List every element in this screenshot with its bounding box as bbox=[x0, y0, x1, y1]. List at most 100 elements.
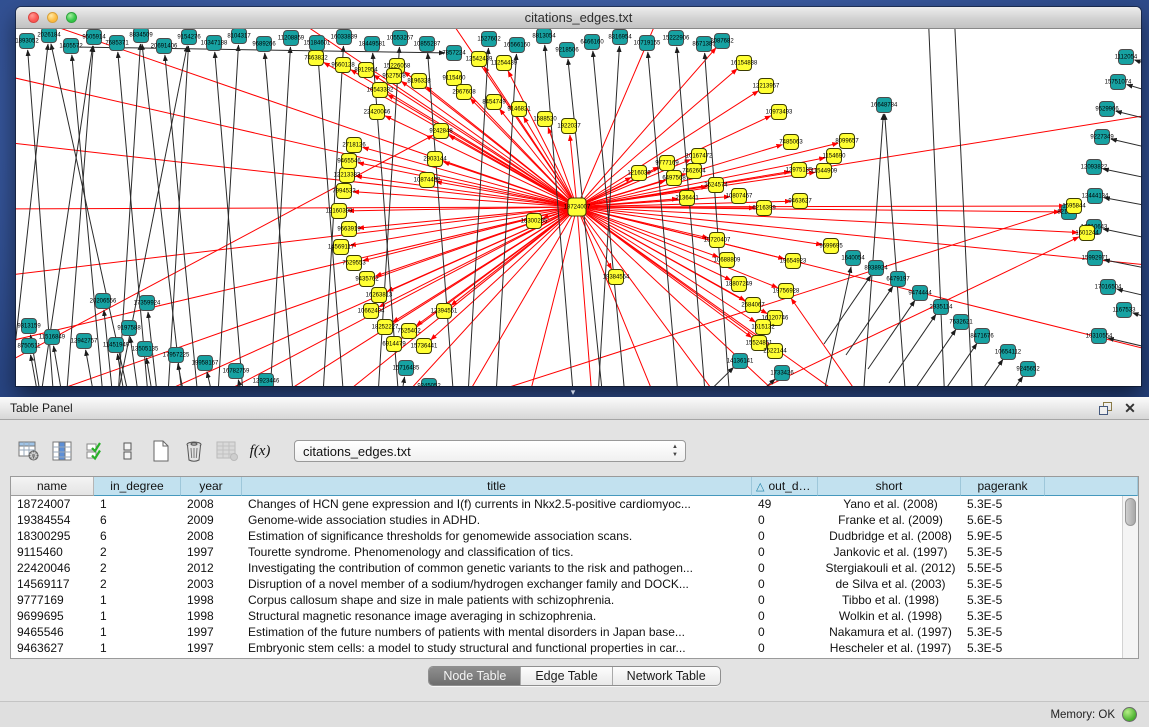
graph-node-label: 12942757 bbox=[71, 339, 98, 345]
cell-title: Structural magnetic resonance image aver… bbox=[242, 608, 752, 624]
table-options-icon[interactable] bbox=[16, 438, 42, 464]
table-selector-dropdown[interactable]: citations_edges.txt ▲▼ bbox=[294, 440, 686, 462]
graph-node-label: 9435762 bbox=[355, 277, 379, 283]
graph-node-label: 10553267 bbox=[387, 36, 414, 42]
graph-node-label: 9663919 bbox=[337, 227, 361, 233]
table-row[interactable]: 946554611997Estimation of the future num… bbox=[11, 624, 1138, 640]
cell-pagerank: 5.3E-5 bbox=[961, 544, 1045, 560]
cell-out_degree: 0 bbox=[752, 528, 818, 544]
column-header-year[interactable]: year bbox=[181, 477, 242, 496]
memory-ok-icon bbox=[1122, 707, 1137, 722]
status-bar: Memory: OK bbox=[0, 701, 1149, 727]
network-desktop: citations_edges.txt 18930522026184140557… bbox=[0, 0, 1149, 397]
graph-node-label: 7463822 bbox=[304, 56, 328, 62]
panel-splitter-handle[interactable]: ▾ bbox=[567, 388, 579, 396]
table-scrollbar-thumb[interactable] bbox=[1125, 498, 1136, 526]
float-panel-icon[interactable] bbox=[1097, 400, 1115, 416]
cell-year: 2008 bbox=[181, 496, 242, 512]
cell-year: 1997 bbox=[181, 544, 242, 560]
column-header-name[interactable]: name bbox=[11, 477, 94, 496]
cell-name: 9699695 bbox=[11, 608, 94, 624]
table-row[interactable]: 1830029562008Estimation of significance … bbox=[11, 528, 1138, 544]
graph-node-label: 8454749 bbox=[482, 100, 506, 106]
graph-node-label: 12923446 bbox=[253, 379, 280, 385]
table-row[interactable]: 946362711997Embryonic stem cells: a mode… bbox=[11, 640, 1138, 656]
table-row[interactable]: 2242004622012Investigating the contribut… bbox=[11, 560, 1138, 576]
graph-node-label: 8750511 bbox=[18, 344, 42, 350]
column-header-in_degree[interactable]: in_degree bbox=[94, 477, 181, 496]
new-column-icon[interactable] bbox=[148, 438, 174, 464]
table-row[interactable]: 1938455462009Genome-wide association stu… bbox=[11, 512, 1138, 528]
close-panel-icon[interactable]: ✕ bbox=[1121, 400, 1139, 416]
graph-node-label: 9227349 bbox=[1090, 135, 1114, 141]
graph-node-label: 9699695 bbox=[819, 244, 843, 250]
select-all-icon[interactable] bbox=[82, 438, 108, 464]
graph-node-label: 6914479 bbox=[382, 342, 406, 348]
network-window-titlebar[interactable]: citations_edges.txt bbox=[16, 7, 1141, 29]
table-scrollbar[interactable] bbox=[1122, 496, 1138, 658]
graph-node-label: 10688809 bbox=[714, 258, 741, 264]
graph-node-label: 10973493 bbox=[766, 110, 793, 116]
column-header-pagerank[interactable]: pagerank bbox=[961, 477, 1045, 496]
graph-node-label: 18300295 bbox=[521, 219, 548, 225]
graph-node-label: 8912954 bbox=[354, 68, 378, 74]
table-row[interactable]: 911546021997Tourette syndrome. Phenomeno… bbox=[11, 544, 1138, 560]
table-row[interactable]: 977716911998Corpus callosum shape and si… bbox=[11, 592, 1138, 608]
cell-short: Franke et al. (2009) bbox=[818, 512, 961, 528]
graph-node-label: 10654112 bbox=[995, 350, 1022, 356]
cell-title: Investigating the contribution of common… bbox=[242, 560, 752, 576]
network-view[interactable]: 1893052202618414055729505914768537188345… bbox=[16, 29, 1141, 386]
column-header-title[interactable]: title bbox=[242, 477, 752, 496]
delete-table-icon[interactable] bbox=[214, 438, 240, 464]
cell-pagerank: 5.6E-5 bbox=[961, 512, 1045, 528]
graph-node-label: 19958167 bbox=[192, 361, 219, 367]
graph-node-label: 16566160 bbox=[504, 43, 531, 49]
function-builder-icon[interactable]: f(x) bbox=[247, 438, 273, 464]
delete-column-icon[interactable] bbox=[181, 438, 207, 464]
cell-year: 1997 bbox=[181, 624, 242, 640]
sort-ascending-icon: △ bbox=[756, 481, 764, 493]
table-row[interactable]: 969969511998Structural magnetic resonanc… bbox=[11, 608, 1138, 624]
graph-node-label: 7485063 bbox=[779, 140, 803, 146]
graph-node-label: 12160399 bbox=[326, 209, 353, 215]
cell-short: Nakamura et al. (1997) bbox=[818, 624, 961, 640]
graph-node-label: 9465546 bbox=[337, 159, 361, 165]
rows-icon[interactable] bbox=[115, 438, 141, 464]
graph-node-label: 9474444 bbox=[908, 291, 932, 297]
tab-node-table[interactable]: Node Table bbox=[429, 667, 521, 685]
graph-node-label: 12213383 bbox=[334, 173, 361, 179]
cell-in_degree: 6 bbox=[94, 528, 181, 544]
cell-short: Yano et al. (2008) bbox=[818, 496, 961, 512]
cell-out_degree: 0 bbox=[752, 560, 818, 576]
cell-in_degree: 1 bbox=[94, 640, 181, 656]
tab-network-table[interactable]: Network Table bbox=[613, 667, 720, 685]
graph-node-label: 9115460 bbox=[443, 76, 467, 82]
graph-node-label: 2718126 bbox=[342, 143, 366, 149]
cell-name: 22420046 bbox=[11, 560, 94, 576]
cell-name: 9465546 bbox=[11, 624, 94, 640]
table-toolbar: f(x) citations_edges.txt ▲▼ bbox=[16, 436, 1139, 466]
cell-year: 2012 bbox=[181, 560, 242, 576]
graph-node-label: 10310554 bbox=[1086, 334, 1113, 340]
graph-node-label: 2903144 bbox=[423, 157, 447, 163]
graph-node-label: 1167533 bbox=[1113, 308, 1137, 314]
column-header-out_degree[interactable]: △out_de... bbox=[752, 477, 818, 496]
cell-pagerank: 5.3E-5 bbox=[961, 576, 1045, 592]
graph-node-label: 15222906 bbox=[663, 36, 690, 42]
cell-short: Tibbo et al. (1998) bbox=[818, 592, 961, 608]
graph-node-label: 16782759 bbox=[223, 369, 250, 375]
tab-edge-table[interactable]: Edge Table bbox=[521, 667, 612, 685]
cell-title: Disruption of a novel member of a sodium… bbox=[242, 576, 752, 592]
cell-out_degree: 49 bbox=[752, 496, 818, 512]
graph-node-label: 9777169 bbox=[655, 161, 679, 167]
column-header-short[interactable]: short bbox=[818, 477, 961, 496]
cell-year: 2003 bbox=[181, 576, 242, 592]
table-row[interactable]: 1872400712008Changes of HCN gene express… bbox=[11, 496, 1138, 512]
graph-node-label: 7629553 bbox=[342, 261, 366, 267]
show-columns-icon[interactable] bbox=[49, 438, 75, 464]
graph-node-label: 18807249 bbox=[726, 282, 753, 288]
cell-in_degree: 1 bbox=[94, 496, 181, 512]
graph-node-label: 18449581 bbox=[359, 42, 386, 48]
table-row[interactable]: 1456911722003Disruption of a novel membe… bbox=[11, 576, 1138, 592]
cell-out_degree: 0 bbox=[752, 512, 818, 528]
